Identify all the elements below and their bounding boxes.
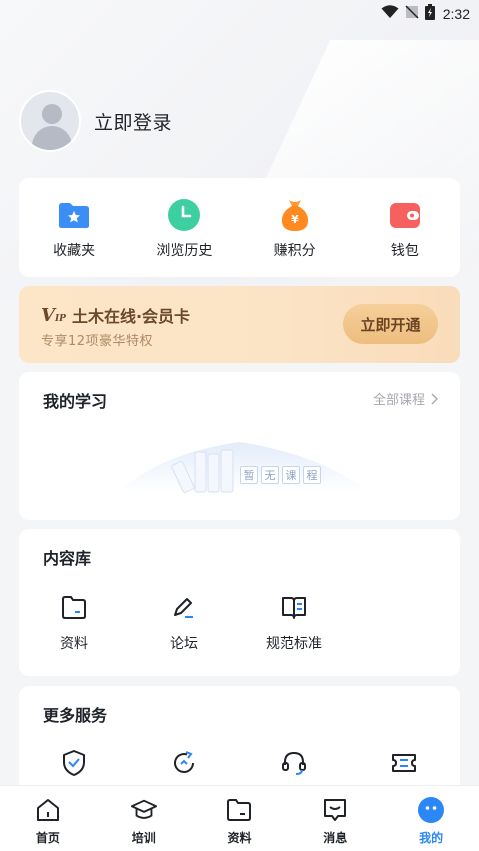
tab-label: 我的: [419, 831, 444, 845]
more-services-title: 更多服务: [43, 706, 108, 725]
library-item-forum[interactable]: 论坛: [129, 593, 239, 653]
vip-banner[interactable]: VIP 土木在线 ·会员卡 专享12项豪华特权 立即开通: [19, 286, 460, 363]
wallet-icon: [388, 198, 422, 232]
tab-profile[interactable]: 我的: [383, 786, 479, 851]
service-item-security[interactable]: [19, 748, 129, 778]
tab-label: 资料: [227, 831, 252, 845]
library-item-standards[interactable]: 规范标准: [239, 593, 349, 653]
empty-char: 暂: [240, 466, 258, 484]
earn-points-label: 赚积分: [273, 243, 316, 259]
clock-icon: [167, 198, 201, 232]
vip-logo-icon: VIP: [41, 304, 66, 326]
activate-vip-button[interactable]: 立即开通: [343, 304, 438, 344]
wifi-icon: [381, 5, 399, 23]
vip-brand: 土木在线: [71, 307, 136, 326]
profile-login-area[interactable]: 立即登录: [19, 90, 172, 152]
service-item-coupon[interactable]: [349, 748, 459, 778]
bottom-tab-bar: 首页 培训 资料 消息 我的: [0, 785, 479, 851]
library-item-label: 论坛: [170, 636, 198, 652]
all-courses-link[interactable]: 全部课程: [373, 389, 438, 408]
login-link[interactable]: 立即登录: [94, 108, 172, 135]
vip-card-text: ·会员卡: [135, 307, 191, 326]
avatar[interactable]: [19, 90, 81, 152]
book-icon: [279, 593, 309, 623]
status-time: 2:32: [442, 6, 470, 22]
library-item-label: 资料: [60, 636, 88, 652]
library-item-materials[interactable]: 资料: [19, 593, 129, 653]
favorites-label: 收藏夹: [53, 243, 96, 259]
library-item-label: 规范标准: [266, 636, 322, 652]
tab-materials[interactable]: 资料: [192, 786, 288, 851]
my-study-card: 我的学习 全部课程 暂 无 课 程: [19, 372, 460, 520]
folder-icon: [225, 796, 253, 824]
home-icon: [34, 796, 62, 824]
profile-face-icon: [417, 796, 445, 824]
no-signal-icon: [405, 5, 419, 23]
tab-label: 消息: [323, 831, 348, 845]
service-item-support[interactable]: [239, 748, 349, 778]
empty-char: 课: [282, 466, 300, 484]
tab-messages[interactable]: 消息: [287, 786, 383, 851]
content-library-title: 内容库: [43, 549, 92, 568]
wallet-button[interactable]: 钱包: [350, 178, 460, 277]
history-label: 浏览历史: [156, 243, 213, 259]
no-courses-text: 暂 无 课 程: [240, 466, 321, 484]
tab-home[interactable]: 首页: [0, 786, 96, 851]
star-folder-icon: [57, 198, 91, 232]
wallet-label: 钱包: [390, 243, 419, 259]
graduation-cap-icon: [130, 796, 158, 824]
status-bar: 2:32: [0, 0, 479, 28]
money-bag-icon: ¥: [278, 198, 312, 232]
earn-points-button[interactable]: ¥ 赚积分: [240, 178, 350, 277]
my-study-title: 我的学习: [43, 392, 108, 411]
empty-char: 无: [261, 466, 279, 484]
tab-label: 培训: [131, 831, 156, 845]
all-courses-label: 全部课程: [372, 393, 425, 408]
battery-charging-icon: [424, 4, 435, 24]
quick-actions-card: 收藏夹 浏览历史 ¥ 赚积分 钱包: [19, 178, 460, 277]
folder-icon: [59, 593, 89, 623]
favorites-button[interactable]: 收藏夹: [19, 178, 129, 277]
pen-icon: [169, 593, 199, 623]
tab-label: 首页: [35, 831, 60, 845]
tab-training[interactable]: 培训: [96, 786, 192, 851]
content-library-card: 内容库 资料 论坛 规范标准: [19, 529, 460, 676]
refresh-icon: [169, 748, 199, 778]
vip-title: VIP 土木在线 ·会员卡: [41, 303, 190, 327]
shield-check-icon: [59, 748, 89, 778]
history-button[interactable]: 浏览历史: [129, 178, 239, 277]
chevron-right-icon: [431, 393, 438, 404]
headset-icon: [279, 748, 309, 778]
ticket-icon: [389, 748, 419, 778]
message-icon: [321, 796, 349, 824]
vip-subtitle: 专享12项豪华特权: [41, 334, 154, 349]
svg-text:¥: ¥: [291, 213, 299, 226]
service-item-refresh[interactable]: [129, 748, 239, 778]
empty-char: 程: [303, 466, 321, 484]
